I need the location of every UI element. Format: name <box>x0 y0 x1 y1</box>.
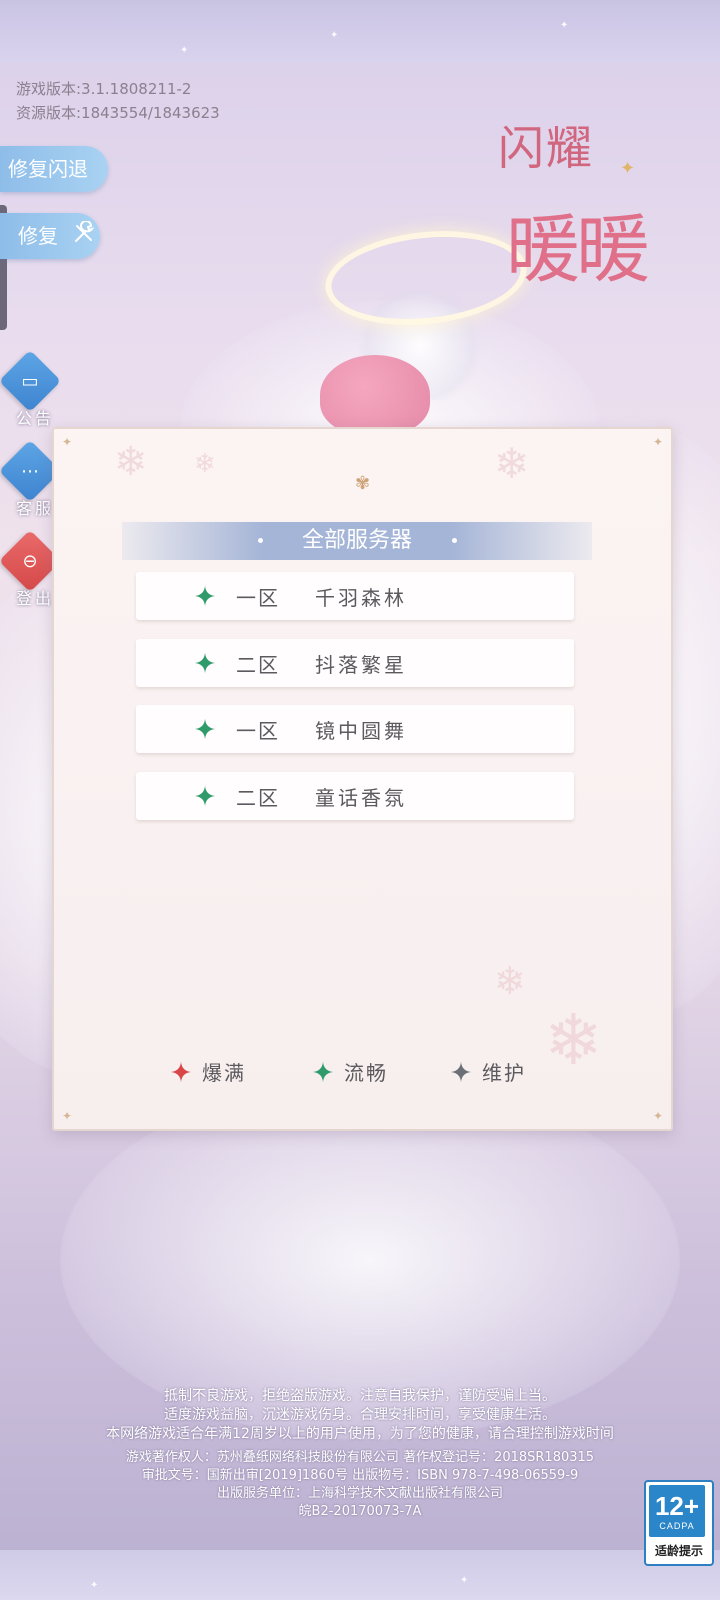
full-status-icon <box>170 1061 192 1082</box>
server-name: 千羽森林 <box>315 585 407 610</box>
sparkle: ✦ <box>560 20 569 31</box>
logo-text-bottom: 暖暖 <box>506 207 650 293</box>
snowflake-decor: ❄ <box>114 439 148 485</box>
server-name: 镜中圆舞 <box>315 718 407 743</box>
corner-ornament: ✦ <box>62 435 73 449</box>
announcement-button[interactable]: ▭ 公告 <box>0 349 62 428</box>
server-row[interactable]: 二区 童话香氛 <box>136 772 574 820</box>
game-version: 游戏版本:3.1.1808211-2 <box>16 80 192 98</box>
legend-label: 流畅 <box>344 1061 388 1085</box>
footer-line: 抵制不良游戏，拒绝盗版游戏。注意自我保护，谨防受骗上当。 <box>164 1388 556 1404</box>
server-list-panel: ✦ ✦ ✦ ✦ ❄ ❄ ❄ ❄ ❄ ✾ 全部服务器 一区 千羽森林 二区 抖落繁… <box>52 427 673 1131</box>
panel-ornament-icon: ✾ <box>354 473 371 494</box>
snowflake-decor: ❄ <box>194 449 216 479</box>
corner-ornament: ✦ <box>62 1109 73 1123</box>
fix-button[interactable]: 修复 <box>0 213 100 259</box>
legend-label: 维护 <box>482 1061 526 1085</box>
age-rating-org: CADPA <box>659 1521 695 1531</box>
logout-label: 登出 <box>16 589 55 608</box>
sparkle: ✦ <box>330 30 339 41</box>
game-logo: 闪耀 ✦ 暖暖 <box>492 112 667 322</box>
age-rating-top: 12+ CADPA <box>649 1485 705 1537</box>
feather-decor <box>60 1080 680 1440</box>
corner-ornament: ✦ <box>652 1109 663 1123</box>
snowflake-decor: ❄ <box>544 999 603 1081</box>
server-zone: 一区 <box>236 718 280 743</box>
legend-smooth: 流畅 <box>312 1057 388 1086</box>
customer-service-label: 客服 <box>16 499 55 518</box>
age-rating-number: 12+ <box>654 1491 700 1521</box>
panel-title-bar: 全部服务器 <box>122 522 592 560</box>
age-rating-badge[interactable]: 12+ CADPA 适龄提示 <box>644 1480 714 1566</box>
server-row[interactable]: 二区 抖落繁星 <box>136 639 574 687</box>
smooth-status-icon <box>194 585 216 607</box>
smooth-status-icon <box>194 718 216 740</box>
legend-full: 爆满 <box>170 1057 246 1086</box>
sparkle: ✦ <box>90 1580 99 1591</box>
server-name: 抖落繁星 <box>315 652 407 677</box>
smooth-status-icon <box>194 785 216 807</box>
smooth-status-icon <box>312 1061 334 1082</box>
sparkle: ✦ <box>460 1575 469 1586</box>
footer-line: 本网络游戏适合年满12周岁以上的用户使用，为了您的健康，请合理控制游戏时间 <box>106 1426 614 1442</box>
maintenance-status-icon <box>450 1061 472 1082</box>
server-row[interactable]: 一区 镜中圆舞 <box>136 705 574 753</box>
footer-line: 出版服务单位：上海科学技术文献出版社有限公司 <box>216 1486 503 1501</box>
bottom-decor-band <box>0 1550 720 1600</box>
logo-text-top: 闪耀 <box>498 121 594 175</box>
age-rating-tip: 适龄提示 <box>654 1544 703 1558</box>
legend-label: 爆满 <box>202 1061 246 1085</box>
footer-line: 游戏著作权人：苏州叠纸网络科技股份有限公司 著作权登记号：2018SR18031… <box>125 1450 595 1465</box>
announcement-icon: ▭ <box>0 349 62 413</box>
footer-line: 适度游戏益脑，沉迷游戏伤身。合理安排时间，享受健康生活。 <box>164 1407 556 1423</box>
title-dot <box>452 538 457 543</box>
server-zone: 一区 <box>236 585 280 610</box>
snowflake-decor: ❄ <box>494 439 530 488</box>
sparkle: ✦ <box>180 45 189 56</box>
server-name: 童话香氛 <box>315 785 407 810</box>
fix-crash-button[interactable]: 修复闪退 <box>0 146 108 192</box>
snowflake-decor: ❄ <box>494 959 526 1003</box>
character-hair <box>320 355 430 435</box>
corner-ornament: ✦ <box>652 435 663 449</box>
footer-line: 审批文号：国新出审[2019]1860号 出版物号：ISBN 978-7-498… <box>141 1468 579 1483</box>
logo-star-icon: ✦ <box>620 158 636 179</box>
server-row[interactable]: 一区 千羽森林 <box>136 572 574 620</box>
legend-maintenance: 维护 <box>450 1057 526 1086</box>
server-zone: 二区 <box>236 785 280 810</box>
panel-title: 全部服务器 <box>301 528 412 553</box>
server-zone: 二区 <box>236 652 280 677</box>
announcement-label: 公告 <box>16 409 55 428</box>
footer-line: 皖B2-20170073-7A <box>298 1504 422 1519</box>
smooth-status-icon <box>194 652 216 674</box>
fix-crash-label: 修复闪退 <box>8 157 88 181</box>
wrench-icon <box>72 215 96 261</box>
resource-version: 资源版本:1843554/1843623 <box>16 104 220 122</box>
top-decor-band <box>0 0 720 62</box>
fix-label: 修复 <box>18 224 58 248</box>
